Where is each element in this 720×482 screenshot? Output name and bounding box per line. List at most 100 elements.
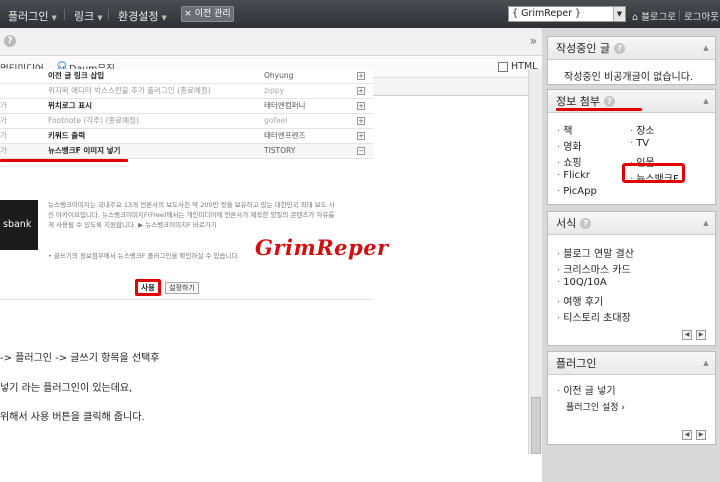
plugin-col: 가	[0, 131, 7, 140]
format-item[interactable]: · 크리스마스 카드	[557, 261, 631, 276]
next-page-icon[interactable]: ▶	[696, 330, 706, 340]
plugin-row: 가 Footnote (각주) (종료예정) gofeel +	[0, 114, 373, 129]
expand-icon: +	[357, 102, 365, 110]
chevron-down-icon: ▼	[161, 14, 167, 22]
collapse-icon[interactable]: »	[530, 34, 537, 48]
logout-link[interactable]: 로그아웃	[684, 9, 719, 23]
toggle-icon[interactable]: ▲	[701, 358, 711, 368]
plugin-col: 가	[0, 101, 7, 110]
plugin-row: 이전 글 링크 삽입 Ohyung +	[0, 69, 373, 84]
writing-panel: 작성중인 글? ▲ 작성중인 비공개글이 없습니다.	[547, 36, 716, 85]
plugin-name: 위치로그 표시	[48, 101, 93, 110]
prev-page-icon[interactable]: ◀	[682, 330, 692, 340]
body-line: 위해서 사용 버튼을 클릭해 줍니다.	[0, 412, 145, 423]
plugin-name: 뉴스뱅크F 이미지 넣기	[48, 146, 121, 155]
red-highlight-box	[622, 163, 685, 183]
plugin-name: 키워드 출력	[48, 131, 86, 140]
panel-header: 서식? ▲	[548, 212, 715, 235]
format-item[interactable]: · 블로그 연말 결산	[557, 245, 634, 260]
info-item-tv[interactable]: · TV	[630, 138, 649, 149]
chevron-down-icon: ▼	[51, 14, 57, 22]
info-item-book[interactable]: · 책	[557, 122, 572, 137]
info-item-flickr[interactable]: · Flickr	[557, 170, 590, 181]
format-item[interactable]: · 여행 후기	[557, 293, 603, 308]
plugin-author: 태터앤프렌즈	[264, 131, 306, 140]
plugin-note: • 글쓰기의 정보첨부에서 뉴스뱅크F 플러그인을 확인하실 수 있습니다.	[48, 252, 240, 260]
plugin-author: Ohyung	[264, 71, 294, 80]
embedded-screenshot: 이전 글 링크 삽입 Ohyung + 위지윅 에디터 박스스킨을 추가 플러그…	[0, 69, 388, 301]
empty-message: 작성중인 비공개글이 없습니다.	[564, 72, 694, 83]
red-underline	[0, 159, 128, 162]
format-item[interactable]: · 티스토리 초대장	[557, 309, 631, 324]
help-icon[interactable]: ?	[614, 43, 626, 54]
newsbank-logo: sbank	[0, 200, 38, 250]
plugin-name: 위지윅 에디터 박스스킨을 추가 플러그인 (종료예정)	[48, 86, 211, 95]
menu-plugin[interactable]: 플러그인 ▼	[8, 8, 57, 24]
editor-scrollbar[interactable]	[528, 69, 542, 454]
plugin-row: 가 키워드 출력 태터앤프렌즈 +	[0, 129, 373, 144]
red-underline	[556, 108, 642, 111]
body-line: 넣기 라는 플러그인이 있는데요,	[0, 383, 133, 394]
blog-link[interactable]: ⌂ 블로그로	[632, 9, 676, 23]
menu-link[interactable]: 링크 ▼	[74, 8, 103, 24]
settings-button: 설정하기	[165, 282, 199, 294]
plugin-item[interactable]: · 이전 글 넣기	[557, 382, 616, 397]
plugin-author: TISTORY	[264, 146, 296, 155]
watermark: GrimReper	[255, 235, 389, 260]
chevron-down-icon: ▼	[613, 7, 625, 21]
plugin-col: 가	[0, 146, 7, 155]
plugin-row: 가 뉴스뱅크F 이미지 넣기 TISTORY −	[0, 144, 373, 159]
plugin-settings-link[interactable]: 플러그인 설정 ›	[566, 400, 625, 413]
plugin-detail: sbank 뉴스뱅크이미지는 국내주요 13개 언론사의 보도사진 약 200만…	[0, 182, 388, 300]
format-panel: 서식? ▲ · 블로그 연말 결산 · 크리스마스 카드 · 10Q/10A · 여행 후…	[547, 211, 716, 346]
plugin-row: 위지윅 에디터 박스스킨을 추가 플러그인 (종료예정) zippy +	[0, 84, 373, 99]
menu-settings[interactable]: 환경설정 ▼	[118, 8, 167, 24]
help-icon[interactable]: ?	[603, 96, 615, 107]
scrollbar-thumb[interactable]	[531, 397, 541, 454]
toggle-icon[interactable]: ▲	[701, 43, 711, 53]
plugin-col: 가	[0, 116, 7, 125]
plugin-name: 이전 글 링크 삽입	[48, 71, 105, 80]
sidebar: 작성중인 글? ▲ 작성중인 비공개글이 없습니다. 정보 첨부? ▲ · 책 · 영화…	[542, 28, 720, 482]
toggle-icon[interactable]: ▲	[701, 96, 711, 106]
expand-icon: +	[357, 117, 365, 125]
next-page-icon[interactable]: ▶	[696, 430, 706, 440]
collapse-icon: −	[357, 147, 365, 155]
divider	[108, 9, 109, 20]
toggle-icon[interactable]: ▲	[701, 218, 711, 228]
divider	[679, 10, 680, 21]
panel-header: 작성중인 글? ▲	[548, 37, 715, 60]
prev-page-icon[interactable]: ◀	[682, 430, 692, 440]
expand-icon: +	[357, 87, 365, 95]
plugin-row: 가 위치로그 표시 태터앤컴퍼니 +	[0, 99, 373, 114]
expand-icon: +	[357, 132, 365, 140]
help-icon[interactable]: ?	[580, 218, 592, 229]
info-item-picapp[interactable]: · PicApp	[557, 186, 597, 197]
panel-header: 플러그인 ▲	[548, 352, 715, 375]
info-item-movie[interactable]: · 영화	[557, 138, 582, 153]
panel-title: 플러그인	[556, 357, 597, 370]
divider	[64, 9, 65, 20]
top-bar: 플러그인 ▼ 링크 ▼ 환경설정 ▼ × 이전 관리 { GrimReper } ▼ ⌂…	[0, 0, 720, 28]
panel-title: 작성중인 글	[556, 42, 611, 55]
plugin-author: 태터앤컴퍼니	[264, 101, 306, 110]
prev-manage-button[interactable]: × 이전 관리	[181, 6, 234, 22]
editor-title-bar: ? »	[0, 28, 542, 56]
expand-icon: +	[357, 72, 365, 80]
plugin-author: zippy	[264, 86, 284, 95]
plugin-panel: 플러그인 ▲ · 이전 글 넣기 플러그인 설정 › ◀ ▶	[547, 351, 716, 445]
chevron-down-icon: ▼	[97, 14, 103, 22]
plugin-name: Footnote (각주) (종료예정)	[48, 116, 139, 125]
format-item[interactable]: · 10Q/10A	[557, 277, 607, 288]
plugin-description: 뉴스뱅크이미지는 국내주요 13개 언론사의 보도사진 약 200만 컷을 보유…	[48, 201, 335, 229]
info-panel: 정보 첨부? ▲ · 책 · 영화 · 쇼핑 · Flickr · PicApp · 장소 ·…	[547, 89, 716, 205]
panel-title: 정보 첨부	[556, 95, 600, 108]
help-icon[interactable]: ?	[4, 35, 16, 47]
editor-content[interactable]: 이전 글 링크 삽입 Ohyung + 위지윅 에디터 박스스킨을 추가 플러그…	[0, 69, 528, 454]
use-button: 사용	[135, 279, 161, 296]
info-item-place[interactable]: · 장소	[630, 122, 655, 137]
info-item-shopping[interactable]: · 쇼핑	[557, 154, 582, 169]
plugin-author: gofeel	[264, 116, 288, 125]
panel-title: 서식	[556, 217, 577, 230]
blog-select[interactable]: { GrimReper } ▼	[508, 6, 626, 22]
